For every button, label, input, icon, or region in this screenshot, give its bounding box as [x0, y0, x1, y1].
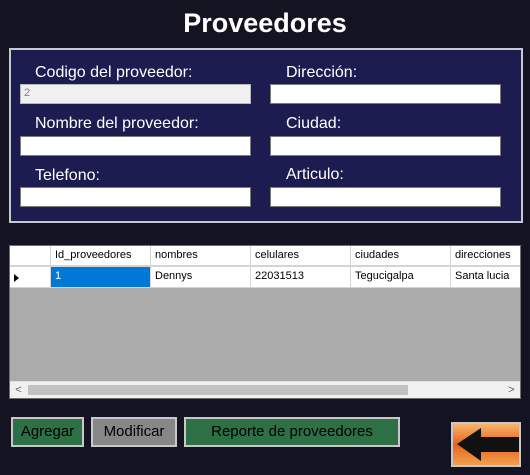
- table-cell[interactable]: Dennys: [151, 267, 251, 288]
- telefono-field[interactable]: [20, 187, 251, 207]
- page-title: Proveedores: [183, 8, 347, 38]
- scroll-left-icon[interactable]: <: [10, 382, 27, 398]
- telefono-label: Telefono:: [35, 167, 100, 184]
- direccion-field[interactable]: [270, 84, 501, 104]
- column-header[interactable]: Id_proveedores: [51, 246, 151, 266]
- ciudad-label: Ciudad:: [286, 115, 342, 132]
- nombre-field[interactable]: [20, 136, 251, 156]
- scroll-thumb[interactable]: [28, 385, 408, 395]
- table-cell[interactable]: Tegucigalpa: [351, 267, 451, 288]
- row-selector[interactable]: [10, 267, 51, 288]
- column-header[interactable]: ciudades: [351, 246, 451, 266]
- modificar-button[interactable]: Modificar: [91, 417, 177, 447]
- current-row-icon: [14, 274, 19, 282]
- ciudad-field[interactable]: [270, 136, 501, 156]
- table-row[interactable]: 1 Dennys 22031513 Tegucigalpa Santa luci…: [10, 266, 520, 288]
- table-cell[interactable]: 22031513: [251, 267, 351, 288]
- column-header[interactable]: celulares: [251, 246, 351, 266]
- articulo-label: Articulo:: [286, 166, 344, 183]
- back-button[interactable]: [451, 422, 521, 467]
- column-header[interactable]: direcciones: [451, 246, 520, 266]
- agregar-button[interactable]: Agregar: [11, 417, 84, 447]
- table-cell[interactable]: 1: [51, 267, 151, 288]
- codigo-label: Codigo del proveedor:: [35, 64, 193, 81]
- column-header[interactable]: nombres: [151, 246, 251, 266]
- direccion-label: Dirección:: [286, 64, 358, 81]
- horizontal-scrollbar[interactable]: < >: [10, 381, 520, 398]
- reporte-button[interactable]: Reporte de proveedores: [184, 417, 400, 447]
- nombre-label: Nombre del proveedor:: [35, 115, 199, 132]
- table-cell[interactable]: Santa lucia: [451, 267, 520, 288]
- back-arrow-icon: [453, 424, 519, 465]
- codigo-field[interactable]: 2: [20, 84, 251, 104]
- scroll-right-icon[interactable]: >: [503, 382, 520, 398]
- articulo-field[interactable]: [270, 187, 501, 207]
- row-header-corner[interactable]: [10, 246, 51, 266]
- suppliers-grid[interactable]: Id_proveedores nombres celulares ciudade…: [9, 245, 521, 399]
- grid-header: Id_proveedores nombres celulares ciudade…: [10, 246, 520, 266]
- supplier-form-panel: Codigo del proveedor: 2 Dirección: Nombr…: [9, 48, 523, 223]
